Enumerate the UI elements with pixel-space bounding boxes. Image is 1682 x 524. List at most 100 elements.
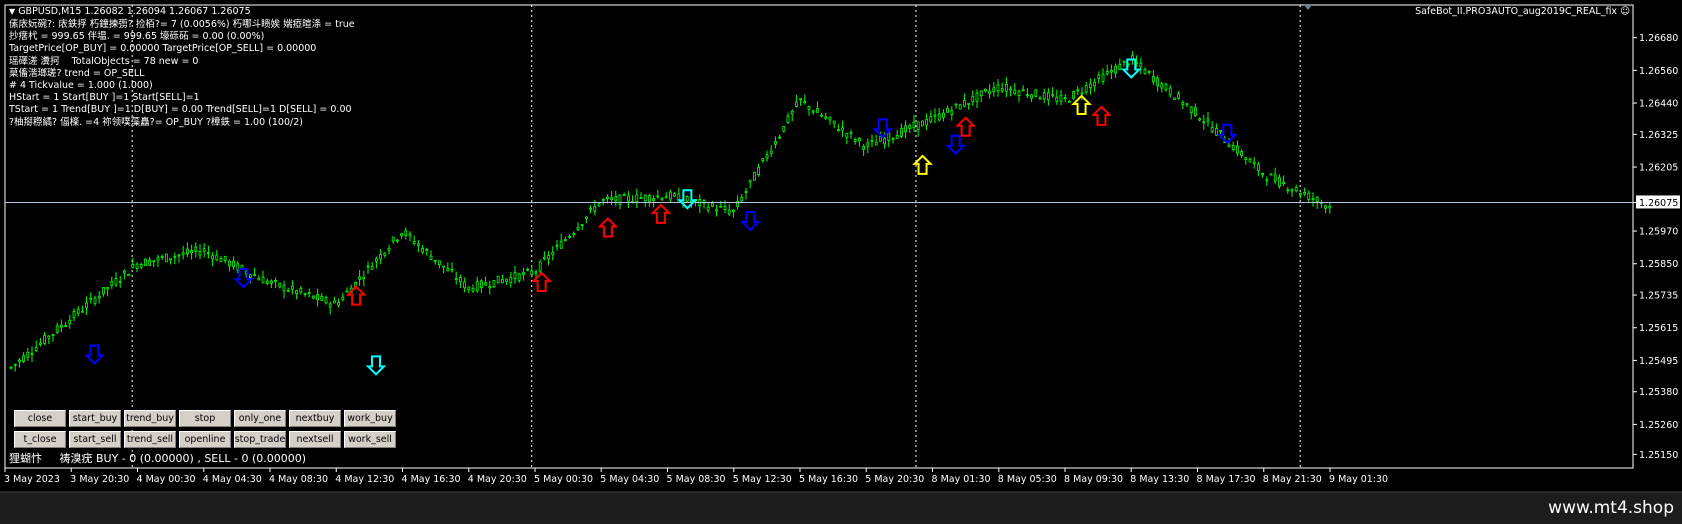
t-close-button[interactable]: t_close <box>14 431 66 448</box>
time-tick-label: 4 May 20:30 <box>468 474 527 485</box>
candle-body <box>1282 181 1285 184</box>
info-line: HStart = 1 Start[BUY ]=1 Start[SELL]=1 <box>9 92 200 104</box>
candle-body <box>891 137 895 141</box>
candle-body <box>589 207 592 210</box>
price-tick-label: 1.26680 <box>1639 33 1678 44</box>
buy-arrow-icon <box>597 217 619 238</box>
candle-body <box>908 125 912 129</box>
candle-body <box>1185 103 1189 106</box>
candle-body <box>76 308 80 314</box>
candle-body <box>185 248 189 255</box>
candle-body <box>475 281 479 292</box>
candle-body <box>774 140 777 145</box>
time-tick-label: 8 May 05:30 <box>998 474 1057 485</box>
candle-body <box>282 284 286 292</box>
candle-body <box>206 251 210 254</box>
candle-body <box>164 253 168 263</box>
candle-body <box>1076 89 1080 92</box>
candle-body <box>127 273 130 276</box>
candle-body <box>299 288 303 293</box>
candle-body <box>513 272 517 280</box>
nextbuy-button[interactable]: nextbuy <box>289 410 341 427</box>
candle-body <box>942 112 945 118</box>
candle-body <box>627 195 630 202</box>
candle-body <box>1248 158 1252 163</box>
candle-body <box>769 150 773 154</box>
candle-body <box>845 133 849 138</box>
candle-body <box>652 198 655 201</box>
candle-body <box>479 280 483 289</box>
candle-body <box>81 310 84 313</box>
candle-body <box>858 137 861 142</box>
candle-body <box>883 137 886 145</box>
candle-body <box>1194 107 1197 116</box>
candle-body <box>1156 77 1159 87</box>
candle-body <box>740 196 744 202</box>
candle-body <box>505 278 509 282</box>
close-button[interactable]: close <box>14 410 66 427</box>
candle-body <box>744 191 748 193</box>
only-one-button[interactable]: only_one <box>234 410 286 427</box>
candle-body <box>1202 121 1206 124</box>
candle-body <box>664 196 668 199</box>
candle-body <box>879 136 882 142</box>
candle-body <box>290 285 294 290</box>
candle-body <box>1273 174 1277 182</box>
candle-body <box>509 276 513 283</box>
stop-button[interactable]: stop <box>179 410 231 427</box>
candle-body <box>543 256 546 260</box>
candle-body <box>795 101 798 108</box>
candle-body <box>685 196 689 202</box>
candle-body <box>1038 97 1042 100</box>
candle-body <box>547 255 550 260</box>
candle-body <box>30 353 34 356</box>
candle-body <box>1164 83 1168 91</box>
candle-body <box>1219 129 1222 132</box>
candle-body <box>118 280 122 283</box>
candle-body <box>1114 65 1117 74</box>
chart-menu-icon[interactable]: ▼ <box>9 7 15 16</box>
candle-body <box>311 295 315 299</box>
time-tick-label: 4 May 00:30 <box>137 474 196 485</box>
candle-body <box>1307 192 1311 200</box>
candle-body <box>43 335 46 344</box>
candle-body <box>1328 205 1332 209</box>
order-status-line: 狸蝴忭 祷溴疣 BUY - 0 (0.00000) , SELL - 0 (0.… <box>9 452 307 465</box>
time-tick-label: 8 May 21:30 <box>1263 474 1322 485</box>
candle-body <box>1013 89 1017 94</box>
start-sell-button[interactable]: start_sell <box>69 431 121 448</box>
start-buy-button[interactable]: start_buy <box>69 410 121 427</box>
candle-body <box>1105 71 1109 75</box>
candle-body <box>1110 69 1113 73</box>
candle-body <box>1030 94 1033 99</box>
trend-sell-button[interactable]: trend_sell <box>124 431 176 448</box>
candle-body <box>656 195 660 198</box>
candle-body <box>1265 179 1269 182</box>
stop-trade-button[interactable]: stop_trade <box>234 431 286 448</box>
price-tick-label: 1.25380 <box>1639 387 1678 398</box>
candle-body <box>160 256 164 258</box>
buy-arrow-icon <box>912 154 933 175</box>
candle-body <box>1311 198 1315 201</box>
candle-body <box>1261 173 1264 175</box>
candle-body <box>337 301 341 306</box>
candle-body <box>286 289 290 292</box>
candle-body <box>467 286 471 291</box>
candle-body <box>853 138 857 142</box>
trend-buy-button[interactable]: trend_buy <box>124 410 176 427</box>
price-tick-label: 1.25970 <box>1639 227 1678 238</box>
ea-info-panel: 傃庡妧碗?: 庡鉄捊 朽鐘揀彅? 捡栢?= 7 (0.0056%) 朽哪斗瞆娭 … <box>9 19 355 129</box>
openline-button[interactable]: openline <box>179 431 231 448</box>
work-buy-button[interactable]: work_buy <box>344 410 396 427</box>
candle-body <box>732 209 735 212</box>
buy-arrow-icon <box>650 203 672 224</box>
smiley-icon[interactable]: ☺ <box>1620 6 1630 17</box>
buy-arrow-icon <box>955 116 977 137</box>
nextsell-button[interactable]: nextsell <box>289 431 341 448</box>
candle-body <box>123 270 126 274</box>
candle-body <box>102 287 105 295</box>
candle-body <box>139 263 143 268</box>
sell-arrow-icon <box>365 355 387 376</box>
work-sell-button[interactable]: work_sell <box>344 431 396 448</box>
candle-body <box>1324 205 1327 209</box>
